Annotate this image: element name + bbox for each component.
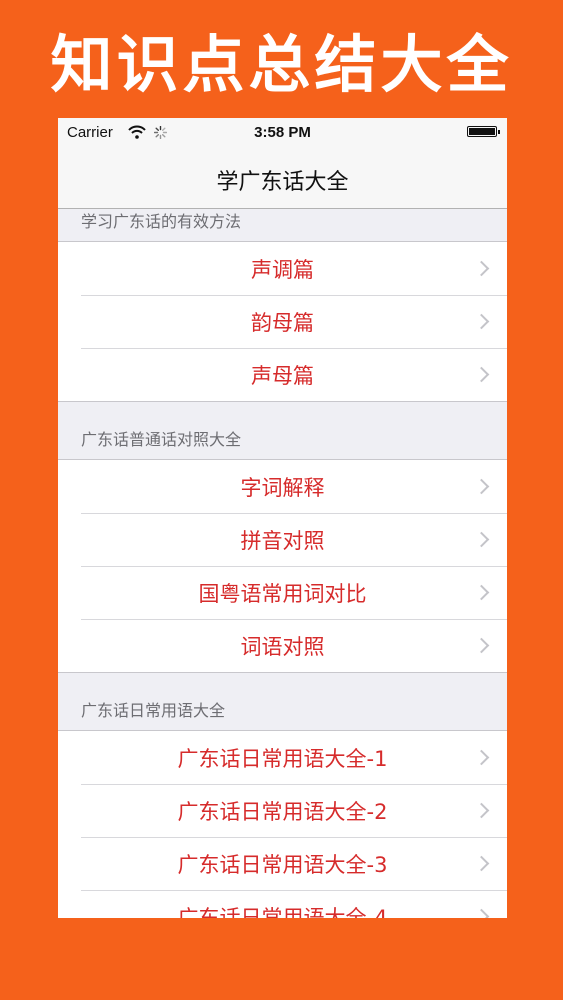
chevron-right-icon (473, 584, 490, 600)
list-item[interactable]: 国粤语常用词对比 (58, 566, 507, 619)
list-item[interactable]: 词语对照 (58, 619, 507, 672)
section-group: 声调篇 韵母篇 声母篇 (58, 241, 507, 402)
list-item[interactable]: 广东话日常用语大全-4 (58, 890, 507, 918)
status-time: 3:58 PM (254, 124, 311, 141)
section-header: 广东话日常用语大全 (81, 701, 226, 720)
battery-icon (467, 126, 500, 137)
list-item[interactable]: 声调篇 (58, 242, 507, 295)
navigation-bar: 学广东话大全 (58, 146, 507, 209)
section-group: 字词解释 拼音对照 国粤语常用词对比 词语对照 (58, 459, 507, 673)
list-item[interactable]: 广东话日常用语大全-3 (58, 837, 507, 890)
section-header: 广东话普通话对照大全 (81, 430, 242, 449)
phone-screen: Carrier 3:58 PM 学广东话大全 学习广东话的有效方法 声调篇 韵母… (58, 118, 507, 918)
chevron-right-icon (473, 531, 490, 547)
table-view[interactable]: 学习广东话的有效方法 声调篇 韵母篇 声母篇 广东话普通话对照大全 字词解释 拼… (58, 209, 507, 918)
list-item[interactable]: 广东话日常用语大全-1 (58, 731, 507, 784)
chevron-right-icon (473, 855, 490, 871)
chevron-right-icon (473, 908, 490, 918)
chevron-right-icon (473, 366, 490, 382)
chevron-right-icon (473, 802, 490, 818)
list-item[interactable]: 字词解释 (58, 460, 507, 513)
chevron-right-icon (473, 313, 490, 329)
status-bar: Carrier 3:58 PM (58, 118, 507, 146)
chevron-right-icon (473, 260, 490, 276)
promo-title: 知识点总结大全 (50, 28, 513, 101)
chevron-right-icon (473, 749, 490, 765)
nav-title: 学广东话大全 (216, 170, 349, 195)
chevron-right-icon (473, 637, 490, 653)
section-group: 广东话日常用语大全-1 广东话日常用语大全-2 广东话日常用语大全-3 广东话日… (58, 730, 507, 918)
list-item[interactable]: 韵母篇 (58, 295, 507, 348)
list-item[interactable]: 广东话日常用语大全-2 (58, 784, 507, 837)
list-item[interactable]: 声母篇 (58, 348, 507, 401)
section-header: 学习广东话的有效方法 (81, 212, 242, 231)
list-item[interactable]: 拼音对照 (58, 513, 507, 566)
chevron-right-icon (473, 478, 490, 494)
